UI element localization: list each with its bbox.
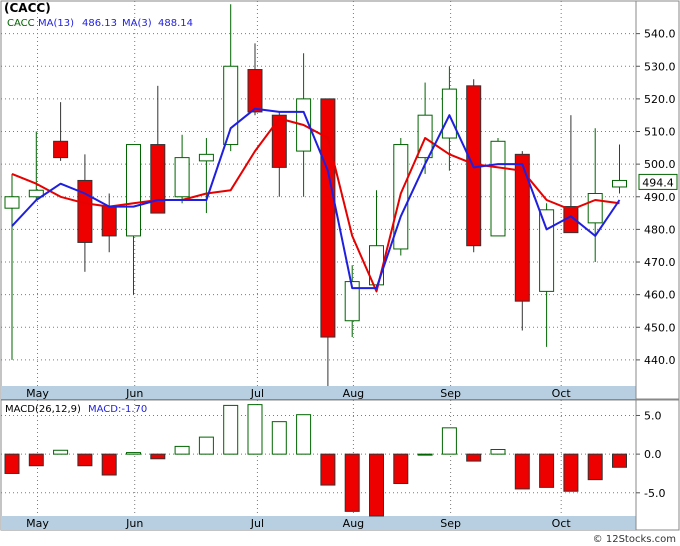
macd-month-label: Oct bbox=[552, 517, 572, 530]
month-label: Oct bbox=[552, 387, 572, 400]
price-x-axis-band bbox=[1, 386, 636, 399]
month-label: Sep bbox=[440, 387, 461, 400]
candle-body-down bbox=[271, 114, 287, 168]
candle-body-up bbox=[441, 88, 457, 139]
macd-bar-positive bbox=[441, 427, 457, 455]
candle bbox=[490, 138, 506, 237]
macd-x-axis-band bbox=[1, 516, 636, 530]
price-tick-label: 470.0 bbox=[644, 256, 676, 269]
macd-bar-negative bbox=[101, 453, 117, 476]
price-tick-label: 500.0 bbox=[644, 158, 676, 171]
macd-bar-negative bbox=[369, 453, 384, 517]
candle-body-up bbox=[174, 157, 190, 198]
candle-body-up bbox=[223, 65, 239, 146]
macd-bar-negative bbox=[514, 453, 530, 490]
macd-bar-negative bbox=[320, 453, 336, 486]
macd-bar-negative bbox=[150, 453, 166, 460]
price-panel bbox=[0, 0, 680, 400]
footer-credit: © 12Stocks.com bbox=[593, 534, 676, 545]
candle-body-up bbox=[612, 179, 627, 188]
month-label: Jun bbox=[125, 387, 143, 400]
legend-ma13-value: 486.13 bbox=[82, 18, 117, 29]
stock-chart: 440.0 450.0 460.0 470.0 480.0 490.0 500.0 510.0… bbox=[0, 0, 680, 545]
macd-tick-label: 0.0 bbox=[644, 448, 662, 461]
month-label: May bbox=[26, 387, 49, 400]
macd-bar-positive bbox=[296, 414, 312, 455]
macd-label: MACD(26,12,9) bbox=[5, 404, 81, 415]
candle-body-up bbox=[539, 209, 555, 292]
candle-body-up bbox=[4, 196, 20, 209]
price-tick-label: 510.0 bbox=[644, 126, 676, 139]
macd-bar-positive bbox=[126, 452, 141, 455]
macd-bar-negative bbox=[393, 453, 409, 485]
macd-month-label: Aug bbox=[343, 517, 364, 530]
macd-bar-positive bbox=[247, 404, 263, 455]
macd-value-label: MACD:-1.70 bbox=[88, 404, 147, 415]
macd-month-label: May bbox=[26, 517, 49, 530]
price-tick-label: 480.0 bbox=[644, 223, 676, 236]
price-tick-label: 520.0 bbox=[644, 93, 676, 106]
candle-body-down bbox=[101, 206, 117, 237]
macd-tick-label: 5.0 bbox=[644, 409, 662, 422]
macd-bar-negative bbox=[4, 453, 20, 474]
macd-bar-negative bbox=[466, 453, 482, 462]
price-tick-label: 450.0 bbox=[644, 321, 676, 334]
price-tick-label: 440.0 bbox=[644, 354, 676, 367]
macd-bar-positive bbox=[174, 445, 190, 455]
candle-body-down bbox=[247, 69, 263, 113]
macd-bar-negative bbox=[587, 453, 603, 481]
legend-ma3-value: 488.14 bbox=[158, 18, 193, 29]
last-price-label: 494.4 bbox=[642, 176, 674, 189]
price-tick-label: 460.0 bbox=[644, 289, 676, 302]
candle-body-up bbox=[587, 193, 603, 224]
macd-bar-positive bbox=[53, 449, 69, 455]
candle-body-down bbox=[150, 144, 166, 214]
macd-bar-positive bbox=[490, 448, 506, 455]
last-price-tag: 494.4 bbox=[638, 173, 678, 190]
macd-month-label: Jun bbox=[125, 517, 143, 530]
macd-tick-label: -5.0 bbox=[644, 487, 665, 500]
macd-bar-negative bbox=[344, 453, 360, 512]
legend-ticker: CACC bbox=[7, 18, 35, 29]
macd-month-label: Jul bbox=[250, 517, 264, 530]
macd-bar-negative bbox=[28, 453, 44, 467]
price-tick-label: 540.0 bbox=[644, 28, 676, 41]
candle-body-up bbox=[126, 144, 141, 237]
macd-bar-negative bbox=[539, 453, 555, 488]
macd-month-label: Sep bbox=[440, 517, 461, 530]
candle-body-up bbox=[198, 153, 214, 162]
chart-title: (CACC) bbox=[4, 1, 51, 15]
macd-bar-negative bbox=[612, 453, 627, 468]
macd-bar-positive bbox=[417, 453, 433, 456]
month-label: Aug bbox=[343, 387, 364, 400]
legend-ma13: MA(13) bbox=[38, 18, 74, 29]
macd-bar-negative bbox=[563, 453, 579, 492]
price-tick-label: 490.0 bbox=[644, 191, 676, 204]
macd-bar-positive bbox=[198, 436, 214, 455]
macd-bar-negative bbox=[77, 453, 93, 467]
macd-bar-positive bbox=[271, 421, 287, 455]
candle-body-down bbox=[77, 179, 93, 243]
price-tick-label: 530.0 bbox=[644, 60, 676, 73]
legend-ma3: MA(3) bbox=[122, 18, 152, 29]
candle-body-down bbox=[53, 140, 69, 159]
month-label: Jul bbox=[250, 387, 264, 400]
macd-bar-positive bbox=[223, 404, 239, 455]
candle-body-up bbox=[490, 140, 506, 237]
